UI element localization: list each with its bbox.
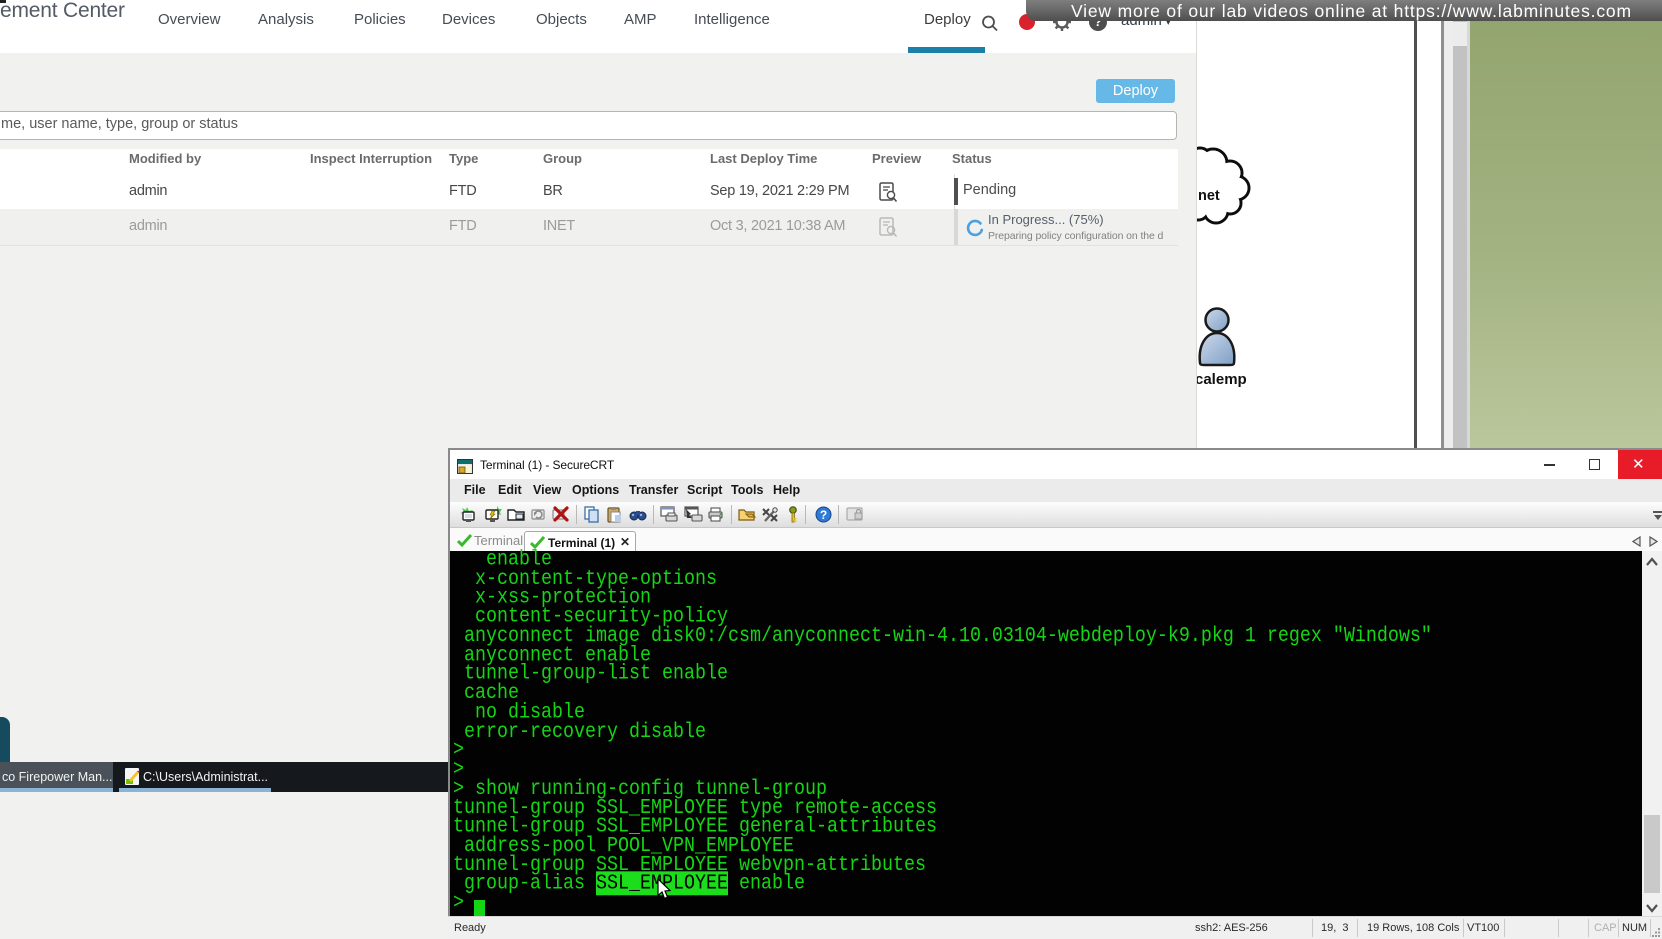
- svg-text:?: ?: [820, 508, 827, 522]
